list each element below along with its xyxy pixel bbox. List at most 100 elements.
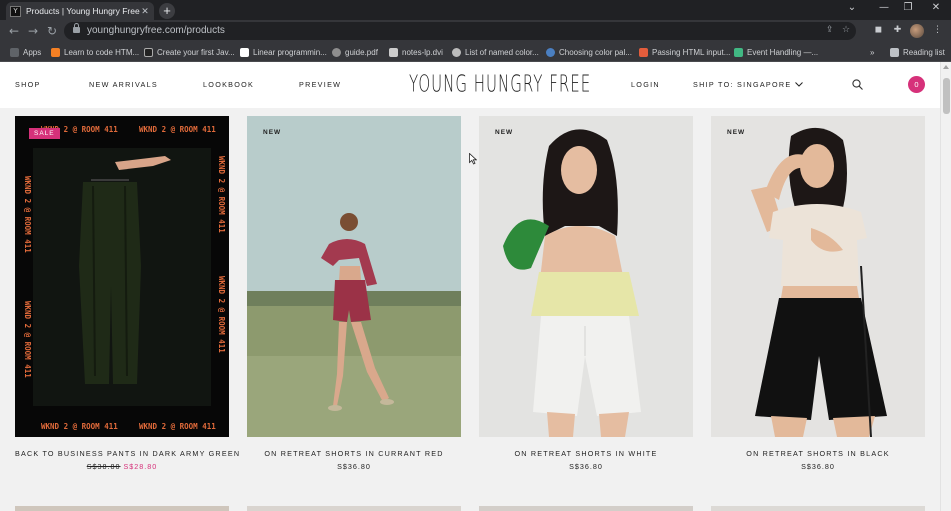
product-price: S$38.80 S$28.80: [15, 462, 229, 471]
new-badge: NEW: [263, 129, 282, 136]
product-name[interactable]: ON RETREAT SHORTS IN CURRANT RED: [247, 449, 461, 458]
scroll-up-arrow-icon[interactable]: [943, 65, 949, 69]
promo-text: WKND 2 @ ROOM 411: [23, 176, 32, 253]
bookmark-star-icon[interactable]: ☆: [842, 25, 850, 35]
product-price: S$36.80: [247, 462, 461, 471]
bookmark-favicon-icon: [144, 47, 153, 57]
price: S$36.80: [569, 462, 603, 471]
product-image[interactable]: NEW: [711, 116, 925, 437]
bookmark-item[interactable]: notes-lp.dvi: [389, 46, 443, 58]
bookmark-item[interactable]: Learn to code HTM...: [51, 46, 139, 58]
bookmark-item[interactable]: Choosing color pal...: [546, 46, 632, 58]
product-card[interactable]: NEW ON RETREAT SHORTS IN CURRANT RED S$3…: [247, 116, 461, 471]
next-product-image[interactable]: [247, 506, 461, 511]
site-header: SHOP NEW ARRIVALS LOOKBOOK PREVIEW YOUNG…: [0, 62, 940, 108]
tab-title: Products | Young Hungry Free: [26, 6, 140, 16]
promo-text: WKND 2 @ ROOM 411: [139, 125, 216, 134]
minimize-window-icon[interactable]: —: [873, 2, 895, 13]
search-icon[interactable]: [852, 79, 863, 90]
promo-text: WKND 2 @ ROOM 411: [41, 422, 118, 431]
product-card[interactable]: NEW ON RETREAT SHORTS IN WHITE S$36.80: [479, 116, 693, 471]
bookmark-favicon-icon: [452, 47, 461, 57]
close-tab-icon[interactable]: ✕: [140, 6, 150, 17]
product-photo-pants: WKND 2 @ ROOM 411 WKND 2 @ ROOM 411 WKND…: [15, 116, 229, 437]
product-photo-black-shorts: [711, 116, 925, 437]
bookmark-item[interactable]: List of named color...: [452, 46, 539, 58]
address-bar[interactable]: younghungryfree.com/products ⇪ ☆: [64, 22, 856, 40]
product-image[interactable]: WKND 2 @ ROOM 411 WKND 2 @ ROOM 411 WKND…: [15, 116, 229, 437]
lock-icon: [73, 23, 80, 33]
bookmark-item[interactable]: guide.pdf: [332, 46, 378, 58]
reload-icon[interactable]: ↻: [44, 23, 60, 39]
site-logo[interactable]: YOUNG HUNGRY FREE: [409, 70, 591, 98]
price: S$36.80: [337, 462, 371, 471]
bookmark-favicon-icon: [639, 47, 648, 57]
next-product-image[interactable]: [479, 506, 693, 511]
product-image[interactable]: NEW: [247, 116, 461, 437]
bookmark-favicon-icon: [51, 47, 60, 57]
scrollbar-thumb[interactable]: [943, 78, 950, 114]
product-name[interactable]: BACK TO BUSINESS PANTS IN DARK ARMY GREE…: [15, 449, 239, 458]
bookmark-apps[interactable]: Apps: [10, 46, 41, 58]
product-name[interactable]: ON RETREAT SHORTS IN WHITE: [479, 449, 693, 458]
restore-window-icon[interactable]: ❐: [897, 2, 919, 13]
new-tab-button[interactable]: +: [159, 3, 175, 19]
reading-list-icon: [890, 47, 899, 57]
next-product-image[interactable]: [15, 506, 229, 511]
product-card[interactable]: WKND 2 @ ROOM 411 WKND 2 @ ROOM 411 WKND…: [15, 116, 239, 471]
ship-to-label: SHIP TO: SINGAPORE: [693, 80, 792, 89]
cart-count-badge[interactable]: 0: [908, 76, 925, 93]
extension-icon[interactable]: ◼: [872, 24, 885, 37]
puzzle-extensions-icon[interactable]: ✚: [891, 24, 904, 37]
price: S$36.80: [801, 462, 835, 471]
bookmarks-bar: Apps Learn to code HTM... Create your fi…: [0, 42, 951, 62]
bookmark-favicon-icon: [332, 47, 341, 57]
promo-text: WKND 2 @ ROOM 411: [139, 422, 216, 431]
bookmark-item[interactable]: Create your first Jav...: [144, 46, 235, 58]
new-badge: NEW: [495, 129, 514, 136]
bookmark-item[interactable]: Event Handling —...: [734, 46, 818, 58]
nav-login[interactable]: LOGIN: [631, 80, 660, 89]
product-photo-currant-red: [247, 116, 461, 437]
tab-search-icon[interactable]: ⌄: [841, 2, 863, 13]
back-arrow-icon[interactable]: ←: [6, 23, 22, 39]
nav-shop[interactable]: SHOP: [15, 80, 41, 89]
ship-to-selector[interactable]: SHIP TO: SINGAPORE: [693, 80, 803, 89]
product-grid: WKND 2 @ ROOM 411 WKND 2 @ ROOM 411 WKND…: [0, 108, 940, 511]
profile-avatar[interactable]: [910, 24, 924, 38]
sale-badge: SALE: [29, 128, 60, 139]
product-price: S$36.80: [711, 462, 925, 471]
sale-price: S$28.80: [123, 462, 158, 471]
apps-grid-icon: [10, 47, 19, 57]
new-badge: NEW: [727, 129, 746, 136]
bookmark-item[interactable]: Linear programmin...: [240, 46, 327, 58]
bookmark-favicon-icon: [546, 47, 555, 57]
page-scrollbar[interactable]: [940, 62, 951, 511]
browser-toolbar: ← → ↻ younghungryfree.com/products ⇪ ☆ ◼…: [0, 20, 951, 42]
chevron-down-icon: [794, 82, 803, 87]
next-product-image[interactable]: [711, 506, 925, 511]
bookmark-favicon-icon: [240, 47, 249, 57]
bookmark-favicon-icon: [389, 47, 398, 57]
site-favicon-icon: Y: [10, 5, 21, 17]
promo-text: WKND 2 @ ROOM 411: [23, 301, 32, 378]
bookmark-favicon-icon: [734, 47, 743, 57]
product-image[interactable]: NEW: [479, 116, 693, 437]
promo-text: WKND 2 @ ROOM 411: [217, 276, 226, 353]
more-bookmarks-icon[interactable]: »: [870, 46, 874, 58]
product-name[interactable]: ON RETREAT SHORTS IN BLACK: [711, 449, 925, 458]
close-window-icon[interactable]: ✕: [925, 2, 947, 13]
nav-preview[interactable]: PREVIEW: [299, 80, 341, 89]
nav-lookbook[interactable]: LOOKBOOK: [203, 80, 254, 89]
original-price: S$38.80: [86, 462, 121, 471]
nav-new-arrivals[interactable]: NEW ARRIVALS: [89, 80, 158, 89]
product-price: S$36.80: [479, 462, 693, 471]
forward-arrow-icon[interactable]: →: [25, 23, 41, 39]
bookmark-item[interactable]: Passing HTML input...: [639, 46, 730, 58]
reading-list[interactable]: Reading list: [890, 46, 945, 58]
browser-tab[interactable]: Y Products | Young Hungry Free ✕: [6, 2, 154, 20]
url-text: younghungryfree.com/products: [87, 25, 225, 36]
browser-menu-icon[interactable]: ⋮: [931, 24, 944, 37]
product-card[interactable]: NEW ON RETREAT SHORTS IN BLACK S$36.80: [711, 116, 925, 471]
share-icon[interactable]: ⇪: [826, 25, 834, 35]
